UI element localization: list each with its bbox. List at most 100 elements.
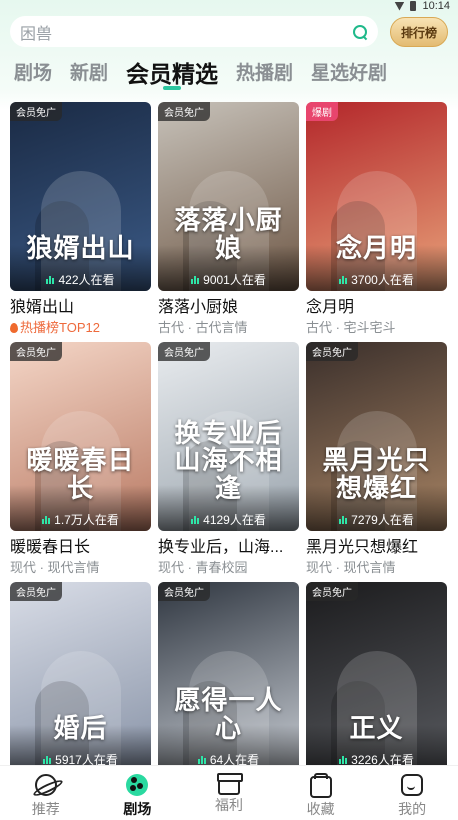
drama-card[interactable]: 会员免广 黑月光只想爆红 7279人在看 黑月光只想爆红 现代 · 现代言情: [306, 342, 447, 576]
tab-label: 星选好剧: [311, 63, 388, 84]
search-input[interactable]: 困兽: [20, 20, 352, 44]
drama-card[interactable]: 会员免广 正义 3226人在看: [306, 582, 447, 780]
tab-active-indicator: [163, 86, 182, 90]
drama-title[interactable]: 暖暖春日长: [10, 538, 151, 558]
member-badge: 会员免广: [10, 102, 62, 121]
poster-title: 正义: [349, 713, 404, 744]
viewer-count: 9001人在看: [158, 271, 299, 288]
tab-hot[interactable]: 热播剧: [236, 56, 293, 92]
battery-icon: [410, 1, 417, 11]
gift-icon: [216, 773, 243, 795]
theater-icon: [126, 774, 149, 796]
tab-theater[interactable]: 剧场: [14, 56, 52, 92]
tab-new[interactable]: 新剧: [70, 56, 108, 92]
drama-title[interactable]: 狼婿出山: [10, 298, 151, 318]
nav-label: 推荐: [31, 801, 60, 817]
viewer-count-text: 3700人在看: [351, 273, 414, 287]
viewer-count-text: 422人在看: [58, 273, 115, 287]
member-badge: 爆剧: [306, 102, 338, 121]
live-bars-icon: [191, 275, 200, 284]
tab-label: 热播剧: [236, 63, 294, 84]
tab-label: 剧场: [14, 63, 53, 84]
live-bars-icon: [42, 515, 51, 524]
drama-card[interactable]: 会员免广 落落小厨娘 9001人在看落落小厨娘古代 · 古代言情: [158, 102, 299, 336]
nav-welfare[interactable]: 福利: [183, 766, 275, 820]
viewer-count: 1.7万人在看: [10, 511, 151, 528]
live-bars-icon: [197, 755, 206, 764]
drama-subtitle-text: 现代 · 现代言情: [10, 560, 100, 575]
drama-subtitle: 古代 · 古代言情: [158, 320, 299, 336]
tab-star-picks[interactable]: 星选好剧: [311, 56, 387, 92]
drama-card[interactable]: 会员免广 暖暖春日长 1.7万人在看 暖暖春日长 现代 · 现代言情: [10, 342, 151, 576]
drama-poster[interactable]: 爆剧念月明 3700人在看: [306, 102, 447, 291]
drama-subtitle-text: 古代 · 古代言情: [158, 320, 248, 335]
drama-card[interactable]: 会员免广 狼婿出山 422人在看狼婿出山热播榜TOP12: [10, 102, 151, 336]
profile-icon: [401, 774, 424, 796]
folder-icon: [309, 773, 332, 798]
flame-icon: [10, 323, 18, 333]
viewer-count-text: 7279人在看: [351, 513, 414, 527]
tab-label: 新剧: [70, 63, 109, 84]
drama-card[interactable]: 会员免广 婚后 5917人在看: [10, 582, 151, 780]
drama-title[interactable]: 念月明: [306, 298, 447, 318]
drama-app-screen: 10:14 困兽 排行榜 剧场 新剧 会员精选 热播剧 星选好剧 会员免广 狼婿出…: [0, 0, 458, 820]
drama-poster[interactable]: 会员免广 狼婿出山 422人在看: [10, 102, 151, 291]
nav-favorites[interactable]: 收藏: [275, 766, 367, 820]
member-badge: 会员免广: [306, 582, 358, 601]
member-badge: 会员免广: [158, 582, 210, 601]
drama-poster[interactable]: 会员免广 黑月光只想爆红 7279人在看: [306, 342, 447, 531]
drama-poster[interactable]: 会员免广 愿得一人心 64人在看: [158, 582, 299, 771]
drama-card[interactable]: 会员免广换专业后山海不相逢 4129人在看换专业后，山海... 现代 · 青春校园: [158, 342, 299, 576]
nav-me[interactable]: 我的: [366, 766, 458, 820]
member-badge: 会员免广: [10, 342, 62, 361]
wifi-icon: [394, 1, 405, 11]
drama-subtitle: 热播榜TOP12: [10, 320, 151, 336]
status-time: 10:14: [422, 0, 450, 12]
drama-subtitle: 现代 · 青春校园: [158, 560, 299, 576]
drama-poster[interactable]: 会员免广换专业后山海不相逢 4129人在看: [158, 342, 299, 531]
drama-subtitle: 现代 · 现代言情: [10, 560, 151, 576]
nav-label: 我的: [398, 801, 427, 817]
drama-subtitle-text: 现代 · 青春校园: [158, 560, 248, 575]
drama-subtitle-text: 现代 · 现代言情: [306, 560, 396, 575]
poster-title: 暖暖春日长: [26, 446, 135, 504]
poster-title: 婚后: [53, 713, 108, 744]
drama-poster[interactable]: 会员免广暖暖春日长 1.7万人在看: [10, 342, 151, 531]
nav-theater[interactable]: 剧场: [92, 766, 184, 820]
live-bars-icon: [339, 275, 348, 284]
poster-title: 念月明: [335, 233, 417, 264]
drama-title[interactable]: 黑月光只想爆红: [306, 538, 447, 558]
live-bars-icon: [191, 515, 200, 524]
status-bar: 10:14: [394, 0, 450, 12]
poster-title: 换专业后山海不相逢: [174, 419, 283, 504]
drama-poster[interactable]: 会员免广 婚后 5917人在看: [10, 582, 151, 771]
drama-card[interactable]: 爆剧 念月明 3700人在看 念月明 古代 · 宅斗宅斗: [306, 102, 447, 336]
poster-title: 黑月光只想爆红: [322, 446, 431, 504]
search-bar[interactable]: 困兽: [10, 16, 378, 47]
planet-icon: [34, 774, 57, 796]
drama-poster[interactable]: 会员免广 落落小厨娘 9001人在看: [158, 102, 299, 291]
viewer-count-text: 4129人在看: [203, 513, 266, 527]
nav-label: 剧场: [123, 801, 152, 817]
viewer-count-text: 1.7万人在看: [54, 513, 119, 527]
drama-poster[interactable]: 会员免广 正义 3226人在看: [306, 582, 447, 771]
drama-card[interactable]: 会员免广 愿得一人心 64人在看: [158, 582, 299, 780]
tab-member-picks[interactable]: 会员精选: [126, 56, 218, 92]
nav-label: 福利: [214, 797, 243, 813]
drama-title[interactable]: 落落小厨娘: [158, 298, 299, 318]
search-icon[interactable]: [352, 24, 368, 40]
member-badge: 会员免广: [158, 102, 210, 121]
viewer-count: 3700人在看: [306, 271, 447, 288]
member-badge: 会员免广: [158, 342, 210, 361]
tab-label: 会员精选: [126, 61, 219, 87]
viewer-count: 7279人在看: [306, 511, 447, 528]
category-tabs: 剧场 新剧 会员精选 热播剧 星选好剧: [14, 56, 387, 92]
drama-subtitle-text: 热播榜TOP12: [20, 320, 100, 335]
ranking-button[interactable]: 排行榜: [390, 17, 448, 47]
viewer-count: 4129人在看: [158, 511, 299, 528]
viewer-count: 422人在看: [10, 271, 151, 288]
drama-title[interactable]: 换专业后，山海...: [158, 538, 299, 558]
poster-title: 愿得一人心: [174, 686, 283, 744]
nav-recommend[interactable]: 推荐: [0, 766, 92, 820]
live-bars-icon: [339, 515, 348, 524]
